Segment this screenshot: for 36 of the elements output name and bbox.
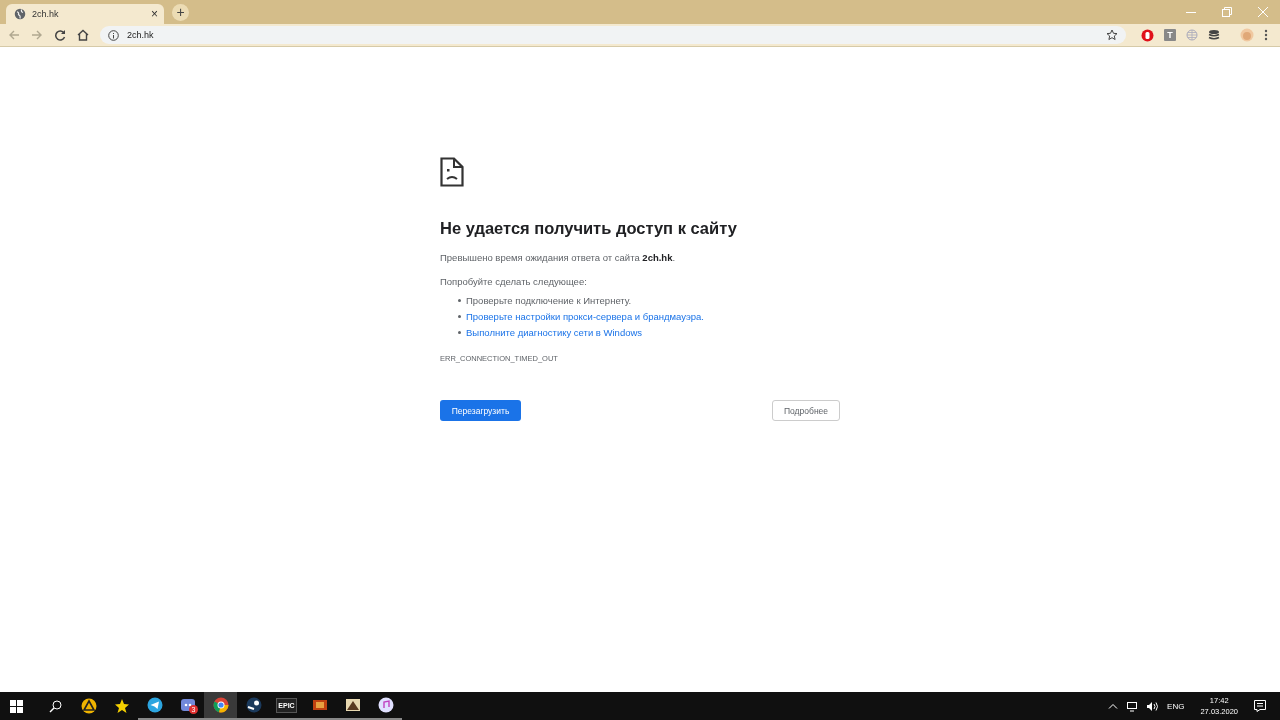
address-bar[interactable]: 2ch.hk xyxy=(100,26,1126,44)
new-tab-button[interactable]: + xyxy=(172,4,189,21)
suggestion-text: Проверьте подключение к Интернету. xyxy=(466,294,632,306)
suggestion-link[interactable]: Проверьте настройки прокси-сервера и брандмауэра. xyxy=(466,310,704,322)
reload-button[interactable]: Перезагрузить xyxy=(440,400,521,421)
url-text: 2ch.hk xyxy=(127,30,154,40)
translate-button[interactable]: T xyxy=(1164,29,1176,41)
database-icon[interactable] xyxy=(1208,28,1220,42)
triangle-logo-icon xyxy=(80,698,97,714)
home-icon[interactable] xyxy=(77,29,89,41)
close-tab-button[interactable]: × xyxy=(151,7,158,21)
search-icon[interactable] xyxy=(49,699,62,713)
menu-icon[interactable] xyxy=(1264,29,1268,41)
taskbar-app[interactable] xyxy=(204,692,237,720)
browser-icon xyxy=(212,697,229,713)
volume-icon[interactable] xyxy=(1146,700,1160,712)
star-icon xyxy=(113,698,130,714)
network-icon[interactable] xyxy=(1126,700,1139,712)
chevron-up-icon[interactable] xyxy=(1108,703,1119,709)
tab-title: 2ch.hk xyxy=(32,9,60,19)
details-button[interactable]: Подробнее xyxy=(772,400,840,421)
suggestion-link[interactable]: Выполните диагностику сети в Windows xyxy=(466,326,643,338)
error-title: Не удается получить доступ к сайту xyxy=(440,219,738,238)
globe-icon xyxy=(14,8,26,20)
reload-icon[interactable] xyxy=(54,29,66,41)
error-message: Превышено время ожидания ответа от сайта 2ch.hk. xyxy=(440,252,677,263)
bookmark-star-icon[interactable] xyxy=(1106,29,1118,41)
sad-page-icon xyxy=(440,157,464,187)
chat-app-icon xyxy=(179,697,196,713)
windows-start-icon[interactable] xyxy=(10,699,23,713)
browser-tab[interactable]: 2ch.hk × xyxy=(6,4,164,24)
info-icon[interactable] xyxy=(108,29,119,41)
suggestions-heading: Попробуйте сделать следующее: xyxy=(440,276,588,287)
language-indicator[interactable]: ENG xyxy=(1167,701,1185,711)
notifications-icon[interactable] xyxy=(1254,700,1266,712)
paper-plane-icon xyxy=(146,697,163,713)
